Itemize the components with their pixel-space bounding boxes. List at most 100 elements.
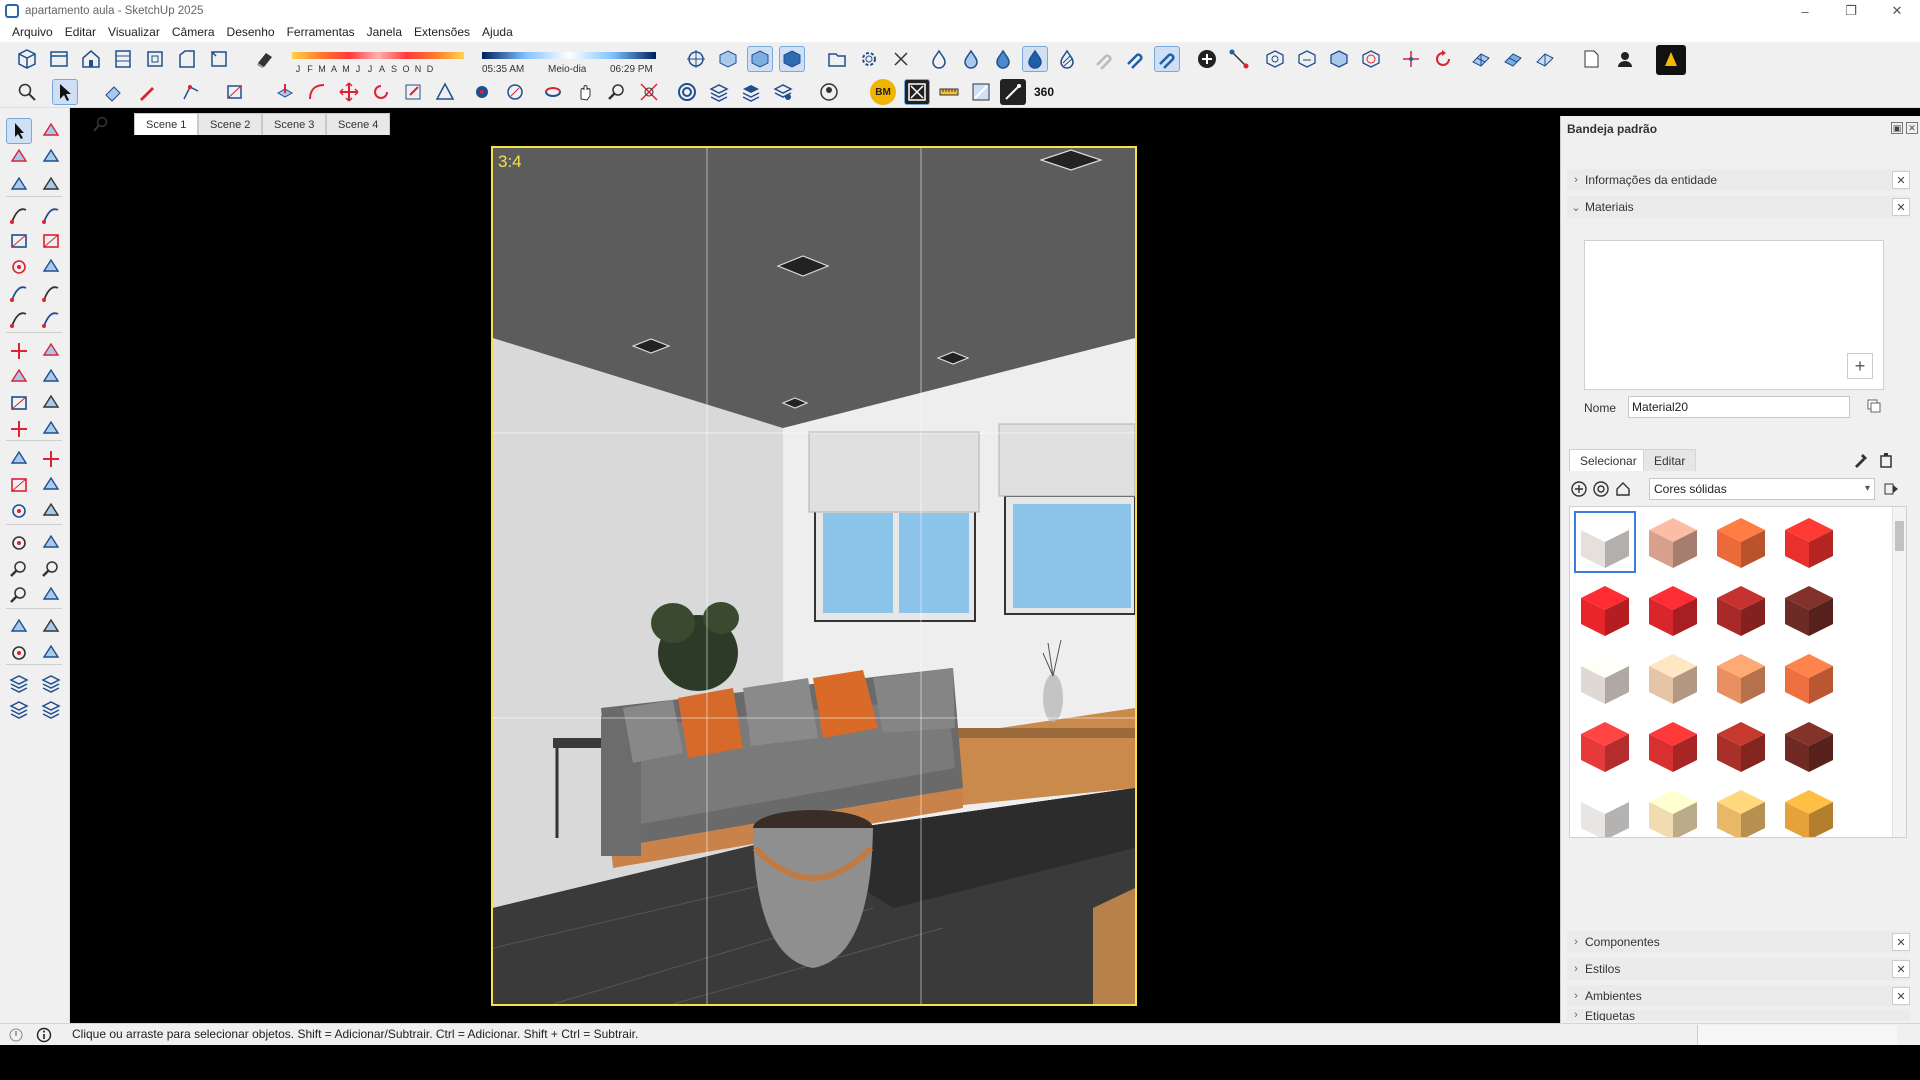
material-swatch[interactable]	[1710, 511, 1772, 573]
material-swatch[interactable]	[1778, 783, 1840, 837]
section-icon[interactable]	[38, 640, 64, 666]
close-window-button[interactable]: ✕	[1874, 0, 1920, 22]
paint-bucket-icon[interactable]	[6, 144, 32, 170]
cube-outline-1-icon[interactable]	[1262, 46, 1288, 72]
top-view-icon[interactable]	[46, 46, 72, 72]
duplicate-icon[interactable]	[1867, 399, 1881, 413]
shadow-date-slider[interactable]	[292, 52, 464, 59]
freehand-icon[interactable]	[38, 202, 64, 228]
rotated-rect-icon[interactable]	[38, 228, 64, 254]
three-point-arc-icon[interactable]	[38, 306, 64, 332]
right-view-icon[interactable]	[110, 46, 136, 72]
position-camera-icon[interactable]	[6, 614, 32, 640]
tab-scene-1[interactable]: Scene 1	[134, 113, 199, 135]
tape-measure-icon[interactable]	[6, 446, 32, 472]
3d-text-icon[interactable]	[38, 498, 64, 524]
drop-striped-icon[interactable]	[1054, 46, 1080, 72]
line-endpoints-icon[interactable]	[1226, 46, 1252, 72]
drop-outline-icon[interactable]	[926, 46, 952, 72]
walk-icon[interactable]	[38, 614, 64, 640]
back-edges-icon[interactable]	[747, 46, 773, 72]
mesh-3-icon[interactable]	[1532, 46, 1558, 72]
offset-icon[interactable]	[38, 390, 64, 416]
menu-ajuda[interactable]: Ajuda	[476, 25, 519, 39]
pie-icon[interactable]	[6, 306, 32, 332]
panel-environments[interactable]: › Ambientes ✕	[1567, 985, 1910, 1007]
tape-measure-icon[interactable]	[470, 79, 496, 105]
details-arrow-icon[interactable]	[1883, 481, 1899, 497]
wand-icon[interactable]	[1000, 79, 1026, 105]
menu-camera[interactable]: Câmera	[166, 25, 221, 39]
section-plane-icon[interactable]	[824, 46, 850, 72]
menu-editar[interactable]: Editar	[59, 25, 102, 39]
line-icon[interactable]	[6, 202, 32, 228]
model-viewport[interactable]: 3:4	[70, 146, 1556, 1006]
rectangle-tool-icon[interactable]	[222, 79, 248, 105]
user-icon[interactable]	[1612, 46, 1638, 72]
gear-icon[interactable]	[856, 46, 882, 72]
move-icon[interactable]	[336, 79, 362, 105]
swatches-scrollbar[interactable]	[1892, 507, 1906, 837]
move-icon[interactable]	[6, 338, 32, 364]
mesh-2-icon[interactable]	[1500, 46, 1526, 72]
offset-icon[interactable]	[432, 79, 458, 105]
material-swatch[interactable]	[1778, 511, 1840, 573]
close-icon[interactable]: ✕	[1892, 198, 1910, 216]
material-swatch[interactable]	[1642, 647, 1704, 709]
text-icon[interactable]	[38, 472, 64, 498]
bottom-view-icon[interactable]	[206, 46, 232, 72]
tray-close-icon[interactable]: ✕	[1906, 122, 1918, 134]
warehouse-icon[interactable]	[6, 670, 32, 696]
panel-styles[interactable]: › Estilos ✕	[1567, 958, 1910, 980]
menu-arquivo[interactable]: Arquivo	[6, 25, 59, 39]
panel-materials[interactable]: ⌄ Materiais ✕	[1567, 196, 1910, 218]
arc-tool-icon[interactable]	[178, 79, 204, 105]
panel-entity-info[interactable]: › Informações da entidade ✕	[1567, 169, 1910, 191]
close-icon[interactable]: ✕	[1892, 933, 1910, 951]
zoom-icon[interactable]	[604, 79, 630, 105]
zoom-window-icon[interactable]	[38, 556, 64, 582]
orbit-icon[interactable]	[540, 79, 566, 105]
detail-icon[interactable]	[1879, 452, 1893, 468]
tab-select[interactable]: Selecionar	[1569, 449, 1648, 471]
lasso-icon[interactable]	[38, 118, 64, 144]
magnet-faded-icon[interactable]	[1090, 46, 1116, 72]
scale-icon[interactable]	[400, 79, 426, 105]
pan-icon[interactable]	[572, 79, 598, 105]
material-swatch[interactable]	[1710, 783, 1772, 837]
panel-tags[interactable]: › Etiquetas	[1567, 1009, 1910, 1021]
add-circle-icon[interactable]	[1194, 46, 1220, 72]
look-around-icon[interactable]	[6, 640, 32, 666]
box-x-icon[interactable]	[904, 79, 930, 105]
layers-1-icon[interactable]	[706, 79, 732, 105]
follow-me-icon[interactable]	[38, 364, 64, 390]
tab-edit[interactable]: Editar	[1643, 449, 1697, 471]
menu-janela[interactable]: Janela	[361, 25, 408, 39]
material-swatch[interactable]	[1574, 647, 1636, 709]
zoom-extents-icon[interactable]	[636, 79, 662, 105]
zoom-icon[interactable]	[6, 556, 32, 582]
search-icon[interactable]	[14, 79, 40, 105]
material-swatch[interactable]	[1574, 511, 1636, 573]
profile-icon[interactable]	[816, 79, 842, 105]
panel-components[interactable]: › Componentes ✕	[1567, 931, 1910, 953]
tab-scene-4[interactable]: Scene 4	[326, 113, 391, 135]
menu-ferramentas[interactable]: Ferramentas	[281, 25, 361, 39]
material-swatch[interactable]	[1710, 579, 1772, 641]
eraser-icon[interactable]	[38, 144, 64, 170]
previous-view-icon[interactable]	[38, 582, 64, 608]
measurements-box[interactable]	[1697, 1025, 1897, 1045]
scale-icon[interactable]	[6, 390, 32, 416]
cube-outline-2-icon[interactable]	[1294, 46, 1320, 72]
material-swatch[interactable]	[1778, 715, 1840, 777]
iso-view-icon[interactable]	[14, 46, 40, 72]
back-circle-icon[interactable]	[1571, 481, 1587, 497]
cube-filled-icon[interactable]	[1326, 46, 1352, 72]
tag-icon[interactable]	[6, 172, 32, 198]
extension-warehouse-icon[interactable]	[1656, 45, 1686, 75]
explode-icon[interactable]	[1398, 46, 1424, 72]
explode-icon[interactable]	[6, 416, 32, 442]
warehouse-icon[interactable]	[674, 79, 700, 105]
geo-location-icon[interactable]	[8, 1027, 24, 1043]
close-icon[interactable]: ✕	[1892, 171, 1910, 189]
